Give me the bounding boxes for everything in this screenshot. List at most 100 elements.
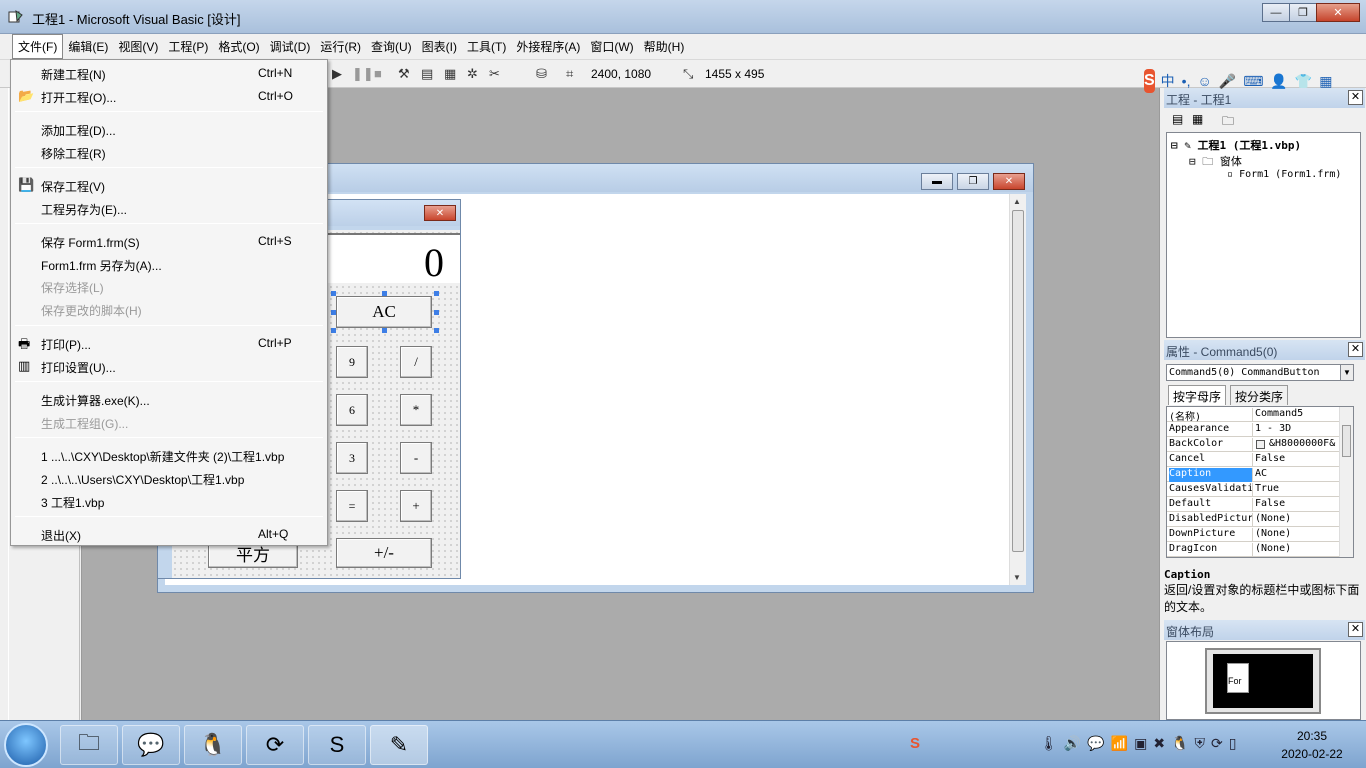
multiply-button[interactable]: * — [400, 394, 432, 426]
property-row[interactable]: Appearance 1 - 3D — [1167, 422, 1339, 437]
selection-handle[interactable] — [331, 310, 336, 315]
designer-minimize-button[interactable]: ▬ — [921, 173, 953, 190]
keyboard-icon[interactable]: ⌨ — [1243, 73, 1263, 90]
scroll-up-icon[interactable]: ▲ — [1013, 197, 1021, 206]
menu-item-save-project[interactable]: 💾 保存工程(V) — [11, 174, 327, 196]
menu-item-exit[interactable]: 退出(X) Alt+Q — [11, 523, 327, 545]
toolbox-icon[interactable]: ✂ — [489, 66, 500, 82]
qq-taskbar-icon[interactable]: 🐧 — [184, 725, 242, 765]
form-layout-icon[interactable]: ▦ — [444, 66, 456, 82]
object-browser-icon[interactable]: ✲ — [467, 66, 478, 82]
divide-button[interactable]: / — [400, 346, 432, 378]
qq-tray-icon[interactable]: 🐧 — [1171, 735, 1194, 751]
menu-edit[interactable]: 编辑(E) — [63, 35, 113, 58]
project-panel-close-icon[interactable]: ✕ — [1348, 90, 1363, 105]
view-object-icon[interactable]: ▦ — [1192, 112, 1203, 126]
menu-project[interactable]: 工程(P) — [163, 35, 213, 58]
property-value[interactable]: &H8000000F& — [1255, 438, 1337, 452]
minimize-button[interactable]: — — [1262, 3, 1290, 22]
ime-punctuation[interactable]: •, — [1182, 73, 1191, 89]
selection-handle[interactable] — [434, 310, 439, 315]
scroll-down-icon[interactable]: ▼ — [1013, 573, 1021, 582]
menu-item-add-project[interactable]: 添加工程(D)... — [11, 118, 327, 140]
property-row[interactable]: DisabledPictur (None) — [1167, 512, 1339, 527]
subtract-button[interactable]: - — [400, 442, 432, 474]
volume-icon[interactable]: 🔊 — [1064, 735, 1087, 751]
digit-3-button[interactable]: 3 — [336, 442, 368, 474]
selection-handle[interactable] — [434, 291, 439, 296]
properties-panel-close-icon[interactable]: ✕ — [1348, 342, 1363, 357]
properties-window-icon[interactable]: ▤ — [421, 66, 433, 82]
sogou-icon[interactable]: S — [1144, 69, 1155, 93]
property-row[interactable]: (名称) Command5 — [1167, 407, 1339, 422]
menu-help[interactable]: 帮助(H) — [639, 35, 690, 58]
menu-item-new-project[interactable]: 新建工程(N) Ctrl+N — [11, 62, 327, 84]
tab-alphabetic[interactable]: 按字母序 — [1168, 385, 1227, 405]
selection-handle[interactable] — [331, 291, 336, 296]
menu-view[interactable]: 视图(V) — [113, 35, 163, 58]
property-value[interactable]: (None) — [1255, 543, 1337, 557]
vb6-taskbar-icon[interactable]: ✎ — [370, 725, 428, 765]
skin-icon[interactable]: 👕 — [1295, 73, 1312, 90]
expand-minus-icon[interactable]: ⊟ — [1189, 155, 1196, 168]
thermometer-icon[interactable]: 🌡 — [1040, 735, 1064, 751]
menu-window[interactable]: 窗口(W) — [585, 35, 638, 58]
nvidia-icon[interactable]: ▣ — [1134, 735, 1153, 751]
ac-button[interactable]: AC — [336, 296, 432, 328]
selection-handle[interactable] — [434, 328, 439, 333]
menu-file[interactable]: 文件(F) — [12, 34, 64, 59]
menu-item-save-form[interactable]: 保存 Form1.frm(S) Ctrl+S — [11, 230, 327, 252]
wechat-taskbar-icon[interactable]: 💬 — [122, 725, 180, 765]
menu-item-save-form-as[interactable]: Form1.frm 另存为(A)... — [11, 253, 327, 275]
tree-node-form1[interactable]: ▫ Form1 (Form1.frm) — [1227, 169, 1341, 180]
menu-addins[interactable]: 外接程序(A) — [511, 35, 585, 58]
menu-item-recent-3[interactable]: 3 工程1.vbp — [11, 490, 327, 512]
browser-tray-icon[interactable]: ⟳ — [1211, 735, 1229, 751]
sogou-tray-icon[interactable]: S — [910, 735, 920, 752]
selection-handle[interactable] — [382, 328, 387, 333]
expand-minus-icon[interactable]: ⊟ — [1171, 139, 1178, 152]
ime-language[interactable]: 中 — [1161, 71, 1175, 91]
property-row[interactable]: DragIcon (None) — [1167, 542, 1339, 557]
emoji-icon[interactable]: ☺ — [1197, 73, 1211, 89]
designer-restore-button[interactable]: ❐ — [957, 173, 989, 190]
property-value[interactable]: AC — [1255, 468, 1337, 482]
explorer-taskbar-icon[interactable]: 🗀 — [60, 725, 118, 765]
maximize-button[interactable]: ❐ — [1289, 3, 1317, 22]
security-icon[interactable]: ⛨ — [1195, 735, 1212, 751]
menu-item-make-exe[interactable]: 生成计算器.exe(K)... — [11, 388, 327, 410]
user-icon[interactable]: 👤 — [1270, 73, 1287, 90]
microphone-icon[interactable]: 🎤 — [1219, 73, 1236, 90]
tree-node-project[interactable]: ⊟ ✎ 工程1 (工程1.vbp) — [1171, 137, 1301, 153]
menu-item-recent-2[interactable]: 2 ..\..\..\Users\CXY\Desktop\工程1.vbp — [11, 467, 327, 489]
property-grid-scrollbar[interactable] — [1339, 407, 1353, 557]
stop-icon[interactable]: ■ — [374, 66, 382, 81]
designer-vertical-scrollbar[interactable]: ▲ ▼ — [1009, 194, 1026, 585]
menu-item-print[interactable]: 🖶 打印(P)... Ctrl+P — [11, 332, 327, 354]
menu-run[interactable]: 运行(R) — [315, 35, 366, 58]
form1-close-button[interactable]: ✕ — [424, 205, 456, 221]
menu-item-remove-project[interactable]: 移除工程(R) — [11, 141, 327, 163]
property-row[interactable]: DownPicture (None) — [1167, 527, 1339, 542]
start-button[interactable] — [4, 723, 48, 767]
digit-6-button[interactable]: 6 — [336, 394, 368, 426]
pause-icon[interactable]: ❚❚ — [352, 66, 374, 82]
sublime-taskbar-icon[interactable]: S — [308, 725, 366, 765]
scrollbar-thumb[interactable] — [1012, 210, 1024, 552]
device-icon[interactable]: ▯ — [1229, 735, 1243, 751]
tab-categorized[interactable]: 按分类序 — [1230, 385, 1289, 405]
property-row[interactable]: Default False — [1167, 497, 1339, 512]
tray-app-icon[interactable]: ✖ — [1153, 735, 1171, 751]
grid-icon[interactable]: ▦ — [1319, 73, 1332, 90]
property-row[interactable]: Cancel False — [1167, 452, 1339, 467]
wechat-tray-icon[interactable]: 💬 — [1087, 735, 1110, 751]
clock[interactable]: 20:35 2020-02-22 — [1264, 727, 1360, 763]
equals-button[interactable]: = — [336, 490, 368, 522]
menu-item-save-project-as[interactable]: 工程另存为(E)... — [11, 197, 327, 219]
menu-debug[interactable]: 调试(D) — [265, 35, 316, 58]
menu-tools[interactable]: 工具(T) — [462, 35, 511, 58]
form-layout-panel-close-icon[interactable]: ✕ — [1348, 622, 1363, 637]
property-value[interactable]: (None) — [1255, 513, 1337, 527]
view-code-icon[interactable]: ▤ — [1172, 112, 1183, 126]
chevron-down-icon[interactable]: ▼ — [1340, 364, 1354, 381]
